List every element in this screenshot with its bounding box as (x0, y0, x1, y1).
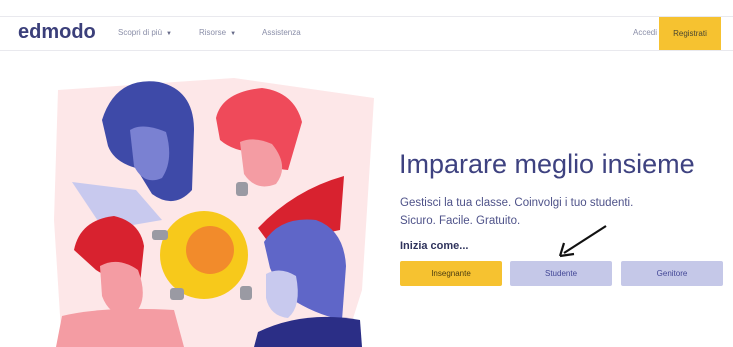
hero-headline: Imparare meglio insieme (399, 149, 695, 179)
login-link[interactable]: Accedi (633, 28, 657, 37)
bulb-base-4 (170, 288, 184, 300)
start-as-label: Inizia come... (400, 240, 469, 252)
nav-scopri[interactable]: Scopri di più ▼ (118, 28, 172, 37)
nav-scopri-label: Scopri di più (118, 28, 163, 37)
nav-assistenza-label: Assistenza (262, 28, 301, 37)
register-button[interactable]: Registrati (659, 17, 721, 50)
nav-risorse[interactable]: Risorse ▼ (199, 28, 236, 37)
hero-subtext-line1: Gestisci la tua classe. Coinvolgi i tuo … (400, 197, 634, 209)
teacher-button[interactable]: Insegnante (400, 261, 502, 286)
hero-illustration (54, 78, 374, 347)
bulb-center (186, 226, 234, 274)
nav-assistenza[interactable]: Assistenza (262, 28, 301, 37)
bulb-base-1 (152, 230, 168, 240)
edmodo-logo[interactable]: edmodo (18, 21, 96, 44)
caret-down-icon: ▼ (166, 31, 172, 37)
hero-subtext: Gestisci la tua classe. Coinvolgi i tuo … (400, 194, 700, 230)
top-navbar: edmodo Scopri di più ▼ Risorse ▼ Assistenz… (0, 16, 733, 51)
person-bottom-left-body (56, 308, 184, 347)
nav-risorse-label: Risorse (199, 28, 227, 37)
annotation-arrow-icon (558, 225, 607, 258)
bulb-base-3 (240, 286, 252, 300)
parent-button[interactable]: Genitore (621, 261, 723, 286)
bulb-base-2 (236, 182, 248, 196)
caret-down-icon: ▼ (230, 31, 237, 37)
student-button[interactable]: Studente (510, 261, 612, 286)
hero-subtext-line2: Sicuro. Facile. Gratuito. (400, 215, 521, 227)
